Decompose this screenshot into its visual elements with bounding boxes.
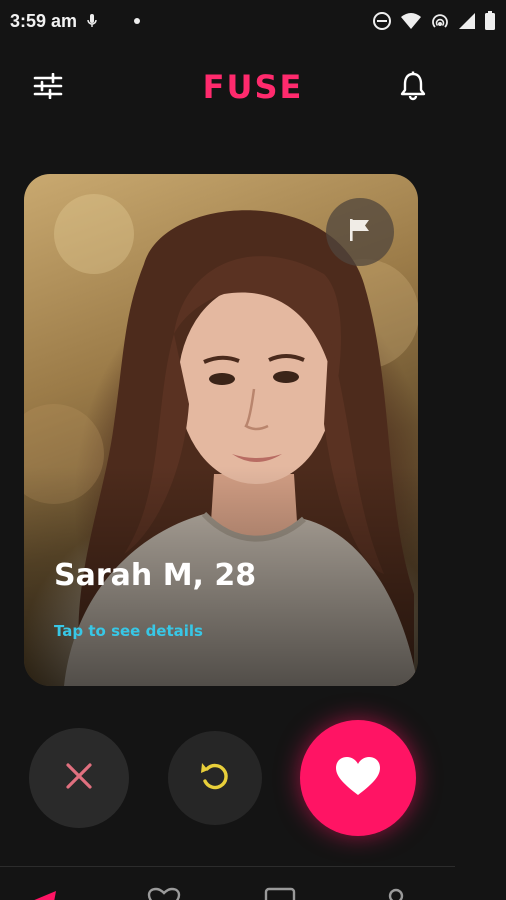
notifications-button[interactable] xyxy=(396,71,430,105)
undo-button[interactable] xyxy=(168,731,262,825)
bottom-nav xyxy=(0,867,506,900)
wifi-icon xyxy=(400,12,422,30)
hotspot-icon xyxy=(430,12,450,30)
mic-icon xyxy=(87,13,97,29)
report-button[interactable] xyxy=(326,198,394,266)
details-link[interactable]: Tap to see details xyxy=(54,622,203,640)
status-bar: 3:59 am xyxy=(0,0,506,42)
battery-icon xyxy=(484,11,496,31)
dislike-button[interactable] xyxy=(29,728,129,828)
heart-icon xyxy=(335,756,381,800)
likes-icon xyxy=(146,887,182,900)
status-left: 3:59 am xyxy=(10,11,141,32)
nav-profile[interactable] xyxy=(376,887,416,900)
nav-messages[interactable] xyxy=(260,887,300,900)
messages-icon xyxy=(262,887,298,900)
do-not-disturb-icon xyxy=(372,11,392,31)
dot-icon xyxy=(133,17,141,25)
undo-icon xyxy=(198,759,232,797)
profile-icon xyxy=(378,887,414,900)
close-icon xyxy=(65,762,93,794)
status-right xyxy=(372,11,496,31)
bell-icon xyxy=(400,71,426,105)
brand-logo: FUSE xyxy=(202,68,304,106)
discover-icon xyxy=(26,887,62,900)
app-header: FUSE xyxy=(0,58,506,118)
status-time: 3:59 am xyxy=(10,10,78,31)
nav-discover[interactable] xyxy=(24,887,64,900)
like-button[interactable] xyxy=(300,720,416,836)
profile-name-age: Sarah M, 28 xyxy=(54,558,257,593)
nav-likes[interactable] xyxy=(144,887,184,900)
flag-icon xyxy=(348,217,372,247)
signal-icon xyxy=(458,12,476,30)
profile-card[interactable]: Sarah M, 28 Tap to see details xyxy=(24,174,418,686)
